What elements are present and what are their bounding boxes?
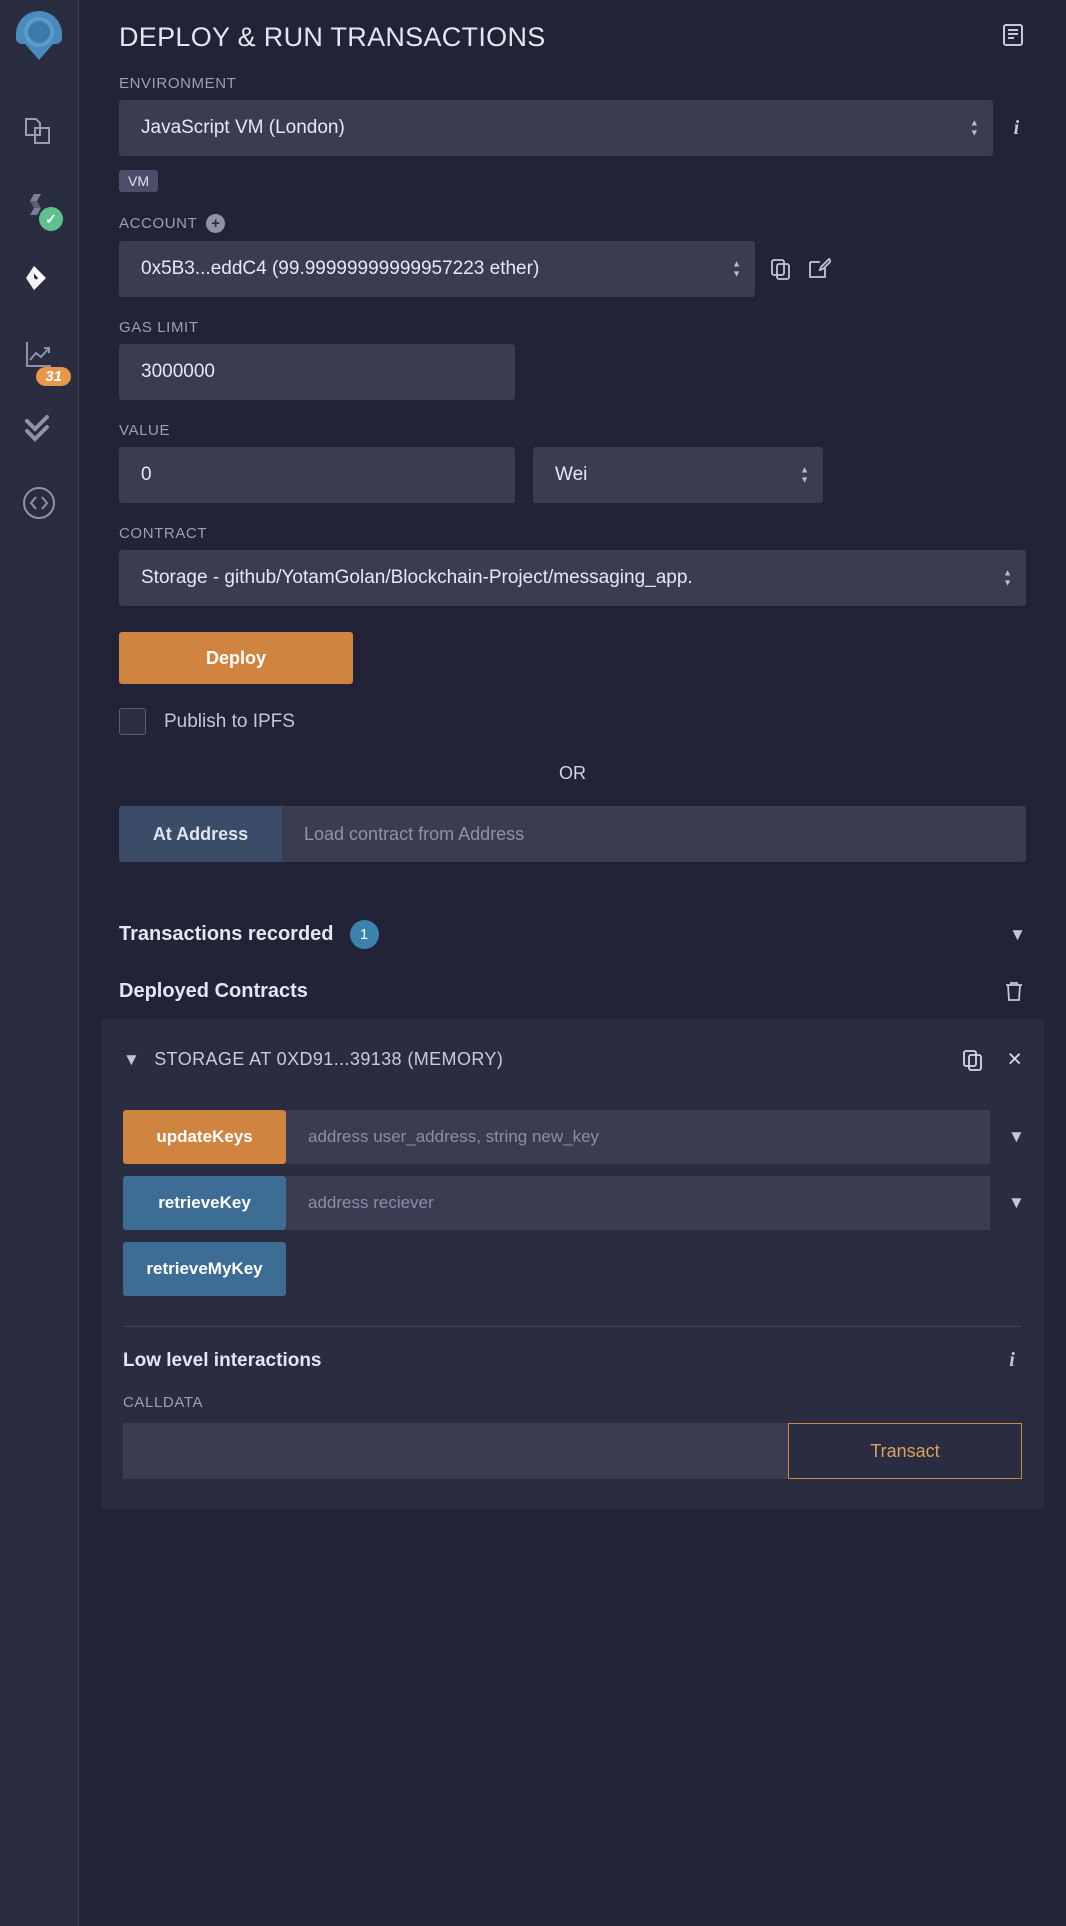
- chevron-updown-icon: ▲ ▼: [800, 464, 809, 485]
- value-row: Wei ▲▼: [119, 447, 1026, 503]
- value-unit-value: Wei: [555, 464, 588, 485]
- debugger-count-badge: 31: [36, 367, 71, 386]
- function-row: updateKeys ▼: [123, 1110, 1025, 1164]
- transactions-recorded-label: Transactions recorded: [119, 923, 334, 945]
- sidebar-item-debugger[interactable]: 31: [13, 331, 71, 386]
- account-row: 0x5B3...eddC4 (99.99999999999957223 ethe…: [119, 241, 1026, 297]
- environment-select[interactable]: JavaScript VM (London) ▲ ▼: [119, 100, 993, 156]
- instance-title: STORAGE AT 0XD91...39138 (MEMORY): [154, 1049, 504, 1069]
- deploy-run-icon: [20, 262, 58, 305]
- compiler-success-badge: ✓: [39, 207, 63, 231]
- transact-button[interactable]: Transact: [788, 1423, 1022, 1479]
- gas-limit-label: GAS LIMIT: [119, 319, 199, 336]
- account-label: ACCOUNT +: [119, 214, 1026, 233]
- calldata-row: Transact: [123, 1423, 1022, 1479]
- instance-divider: [123, 1326, 1022, 1327]
- chevron-down-icon[interactable]: ▼: [1008, 1193, 1025, 1213]
- chevron-updown-icon: ▲ ▼: [732, 258, 741, 279]
- transactions-recorded-row[interactable]: Transactions recorded 1 ▼: [119, 920, 1026, 949]
- function-input-retrievekey[interactable]: [286, 1176, 990, 1230]
- chevron-down-icon[interactable]: ▼: [123, 1050, 140, 1070]
- function-row: retrieveKey ▼: [123, 1176, 1025, 1230]
- panel-content: ENVIRONMENT JavaScript VM (London) ▲ ▼ i …: [79, 75, 1066, 1509]
- at-address-input[interactable]: [282, 806, 1026, 862]
- sidebar-item-plugin-manager[interactable]: [13, 479, 65, 531]
- value-input[interactable]: [119, 447, 515, 503]
- low-level-info-icon[interactable]: i: [1002, 1349, 1022, 1372]
- environment-info-icon[interactable]: i: [1007, 117, 1026, 140]
- copy-account-icon[interactable]: [769, 257, 793, 281]
- chevron-updown-icon: ▲ ▼: [1003, 567, 1012, 588]
- sidebar-item-file-explorers[interactable]: [13, 109, 65, 161]
- publish-ipfs-checkbox[interactable]: [119, 708, 146, 735]
- function-button-updatekeys[interactable]: updateKeys: [123, 1110, 286, 1164]
- value-unit-select[interactable]: Wei ▲ ▼: [533, 447, 823, 503]
- at-address-button[interactable]: At Address: [119, 806, 282, 862]
- low-level-title: Low level interactions: [123, 1349, 322, 1371]
- deployed-contracts-label: Deployed Contracts: [119, 979, 308, 1002]
- environment-row: JavaScript VM (London) ▲ ▼ i: [119, 100, 1026, 156]
- sidebar-item-unit-testing[interactable]: [13, 405, 65, 457]
- contract-select[interactable]: Storage - github/YotamGolan/Blockchain-P…: [119, 550, 1026, 606]
- contract-value: Storage - github/YotamGolan/Blockchain-P…: [141, 567, 693, 588]
- file-explorers-icon: [22, 116, 56, 155]
- transactions-count-badge: 1: [349, 920, 379, 949]
- transactions-recorded-left: Transactions recorded 1: [119, 920, 379, 949]
- edit-account-icon[interactable]: [807, 257, 831, 281]
- publish-ipfs-row: Publish to IPFS: [119, 708, 1026, 735]
- account-select[interactable]: 0x5B3...eddC4 (99.99999999999957223 ethe…: [119, 241, 755, 297]
- copy-address-icon[interactable]: [961, 1048, 985, 1072]
- contract-label: CONTRACT: [119, 525, 208, 542]
- function-button-retrievekey[interactable]: retrieveKey: [123, 1176, 286, 1230]
- deploy-run-panel: DEPLOY & RUN TRANSACTIONS ENVIRONMENT Ja…: [79, 0, 1066, 1926]
- deployed-contracts-row: Deployed Contracts: [119, 979, 1026, 1003]
- at-address-row: At Address: [119, 806, 1026, 862]
- sidebar-item-deploy-run[interactable]: [13, 257, 65, 309]
- account-label-text: ACCOUNT: [119, 215, 198, 232]
- chevron-updown-icon: ▲ ▼: [969, 117, 979, 138]
- environment-label: ENVIRONMENT: [119, 75, 237, 92]
- gas-limit-input[interactable]: [119, 344, 515, 400]
- add-account-icon[interactable]: +: [206, 214, 226, 233]
- contract-instance-card: ▼ STORAGE AT 0XD91...39138 (MEMORY) × up…: [101, 1019, 1044, 1509]
- value-label: VALUE: [119, 422, 171, 439]
- vm-badge: VM: [119, 170, 158, 192]
- deploy-button[interactable]: Deploy: [119, 632, 353, 684]
- account-value: 0x5B3...eddC4 (99.99999999999957223 ethe…: [141, 258, 540, 279]
- instance-actions: ×: [961, 1047, 1022, 1072]
- calldata-input[interactable]: [123, 1423, 788, 1479]
- icon-rail: ✓ 31: [0, 0, 79, 1926]
- function-button-retrievemykey[interactable]: retrieveMyKey: [123, 1242, 286, 1296]
- remix-logo[interactable]: [8, 6, 70, 73]
- close-icon[interactable]: ×: [1007, 1047, 1022, 1072]
- function-input-updatekeys[interactable]: [286, 1110, 990, 1164]
- function-row: retrieveMyKey: [123, 1242, 1022, 1296]
- publish-ipfs-label: Publish to IPFS: [164, 710, 295, 732]
- chevron-down-icon[interactable]: ▼: [1008, 1127, 1025, 1147]
- panel-header: DEPLOY & RUN TRANSACTIONS: [79, 0, 1066, 53]
- document-icon[interactable]: [1000, 22, 1026, 53]
- trash-icon[interactable]: [1002, 979, 1026, 1003]
- double-check-icon: [21, 411, 57, 452]
- environment-value: JavaScript VM (London): [141, 117, 345, 138]
- chevron-down-icon[interactable]: ▼: [1009, 925, 1026, 945]
- sidebar-item-solidity-compiler[interactable]: ✓: [13, 183, 65, 235]
- or-separator: OR: [559, 763, 586, 783]
- calldata-label: CALLDATA: [123, 1394, 204, 1411]
- instance-title-group: ▼ STORAGE AT 0XD91...39138 (MEMORY): [123, 1049, 503, 1070]
- instance-header[interactable]: ▼ STORAGE AT 0XD91...39138 (MEMORY) ×: [123, 1019, 1022, 1082]
- plugin-manager-icon: [21, 485, 57, 526]
- low-level-interactions-row: Low level interactions i: [123, 1349, 1022, 1372]
- page-title: DEPLOY & RUN TRANSACTIONS: [119, 22, 546, 52]
